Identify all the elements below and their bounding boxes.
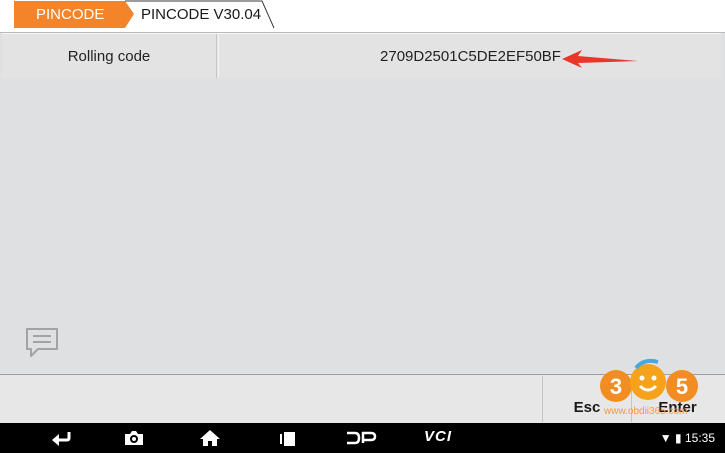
breadcrumb-item-pincode-version[interactable]: PINCODE V30.04 [141,5,261,24]
content-area [2,78,721,374]
breadcrumb-item-pincode[interactable]: PINCODE [36,5,104,24]
status-area: ▼ ▮ 15:35 [660,431,715,445]
rolling-code-label: Rolling code [2,34,217,78]
action-bar-empty [2,376,543,422]
home-icon[interactable] [199,429,221,447]
battery-icon: ▮ [675,431,682,445]
logo-digit-3: 3 [610,374,622,399]
clock: 15:35 [684,431,715,445]
breadcrumb-bar: PINCODE PINCODE V30.04 [0,0,725,33]
breadcrumb-shapes [14,0,275,29]
vci-indicator[interactable]: VCI [424,428,452,445]
camera-icon[interactable] [123,429,145,447]
dp-icon[interactable] [345,429,377,447]
back-icon[interactable] [50,429,72,447]
obdii365-logo: 3 5 [600,358,698,402]
recents-icon[interactable] [277,429,299,447]
message-icon[interactable] [24,326,60,360]
logo-digit-5: 5 [676,374,688,399]
system-nav-bar: VCI ▼ ▮ 15:35 [0,423,725,453]
red-arrow-annotation [562,50,638,68]
rolling-code-value: 2709D2501C5DE2EF50BF [218,34,722,78]
watermark-url: www.obdii365.com [604,406,688,417]
wifi-icon: ▼ [659,431,672,445]
